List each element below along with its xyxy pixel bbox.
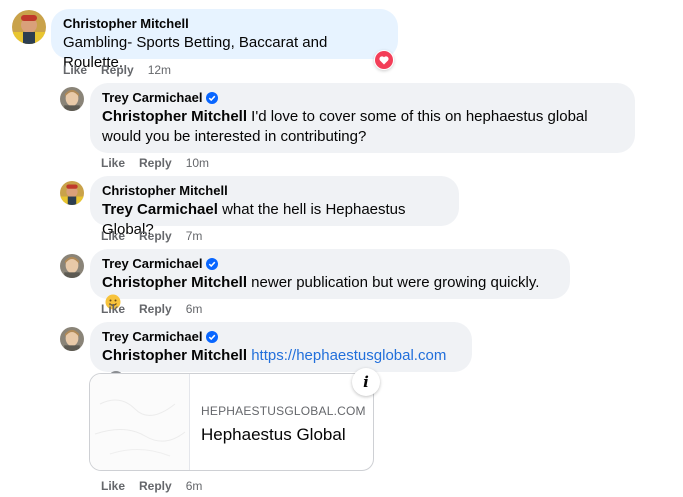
link-preview-card[interactable]: HEPHAESTUSGLOBAL.COM Hephaestus Global [89,373,374,471]
comment-bubble: Christopher Mitchell Trey Carmichael wha… [90,176,459,238]
comment-author[interactable]: Trey Carmichael [102,329,202,345]
reply-button[interactable]: Reply [139,302,172,316]
reply-button[interactable]: Reply [139,156,172,170]
timestamp[interactable]: 6m [186,302,203,316]
reply-button[interactable]: Reply [101,63,134,77]
comment-author-row: Trey Carmichael [102,90,623,106]
mention[interactable]: Trey Carmichael [102,201,218,218]
comment-text: Christopher Mitchell I'd love to cover s… [102,108,588,125]
comment-bubble: Christopher Mitchell Gambling- Sports Be… [51,9,398,71]
comment-author[interactable]: Trey Carmichael [102,256,202,272]
link-thumbnail [90,374,190,470]
heart-icon[interactable] [374,50,394,70]
comment-author-row: Trey Carmichael [102,329,460,345]
verified-badge-icon [206,92,219,104]
mention[interactable]: Christopher Mitchell [102,108,247,125]
avatar[interactable] [12,10,46,44]
timestamp[interactable]: 7m [186,229,203,243]
comment-author[interactable]: Trey Carmichael [102,90,202,106]
mention[interactable]: Christopher Mitchell [102,274,247,291]
mention[interactable]: Christopher Mitchell [102,347,247,364]
timestamp[interactable]: 10m [186,156,209,170]
avatar[interactable] [60,327,84,351]
like-button[interactable]: Like [101,302,125,316]
comment-bubble: Trey Carmichael Christopher Mitchell htt… [90,322,472,387]
reply-button[interactable]: Reply [139,229,172,243]
avatar[interactable] [60,254,84,278]
comment-actions: Like Reply 7m [101,229,202,243]
info-icon[interactable]: i [352,368,380,396]
timestamp[interactable]: 12m [148,63,171,77]
timestamp[interactable]: 6m [186,479,203,493]
comment-text-line2: would you be interested in contributing? [102,128,367,145]
link-title: Hephaestus Global [201,425,346,444]
comment-bubble: Trey Carmichael Christopher Mitchell new… [90,249,570,310]
reply-button[interactable]: Reply [139,479,172,493]
url-link[interactable]: https://hephaestusglobal.com [251,347,446,364]
comment-author[interactable]: Christopher Mitchell [102,183,447,199]
comment-actions: Like Reply 12m [63,63,171,77]
like-button[interactable]: Like [101,479,125,493]
comment-actions: Like Reply 10m [101,156,209,170]
link-domain: HEPHAESTUSGLOBAL.COM [201,404,366,418]
like-button[interactable]: Like [101,229,125,243]
avatar[interactable] [60,87,84,111]
comment-author[interactable]: Christopher Mitchell [63,16,386,32]
comment-actions: Like Reply 6m [101,479,202,493]
avatar[interactable] [60,181,84,205]
verified-badge-icon [206,258,219,270]
comment-actions: Like Reply 6m [101,302,202,316]
like-button[interactable]: Like [101,156,125,170]
comment-author-row: Trey Carmichael [102,256,558,272]
comment-bubble: Trey Carmichael Christopher Mitchell I'd… [90,83,635,153]
verified-badge-icon [206,331,219,343]
like-button[interactable]: Like [63,63,87,77]
